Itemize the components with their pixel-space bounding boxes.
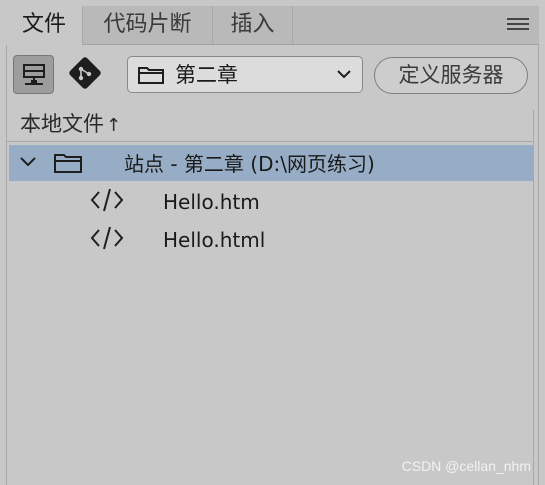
define-server-button[interactable]: 定义服务器 <box>374 57 528 94</box>
watermark: CSDN @cellan_nhm <box>401 458 531 474</box>
vertical-scrollbar-track[interactable] <box>533 110 534 485</box>
code-file-icon <box>90 188 124 212</box>
site-root-label: 站点 - 第二章 (D:\网页练习) <box>124 152 375 176</box>
site-folder-icon <box>54 154 82 173</box>
tab-snippets[interactable]: 代码片断 <box>83 6 213 44</box>
sort-arrow-icon: ↑ <box>106 115 122 136</box>
local-files-header[interactable]: 本地文件 ↑ <box>20 110 121 140</box>
local-files-label: 本地文件 <box>20 112 104 136</box>
git-icon <box>69 57 101 89</box>
tab-files[interactable]: 文件 <box>6 6 83 45</box>
site-select[interactable]: 第二章 <box>127 56 363 93</box>
git-button[interactable] <box>66 57 104 93</box>
connect-server-button[interactable] <box>13 55 54 94</box>
panel-tab-bar: 文件 代码片断 插入 <box>6 6 539 45</box>
file-item-label[interactable]: Hello.html <box>163 227 265 253</box>
site-select-value: 第二章 <box>175 63 238 87</box>
expand-chevron-icon[interactable] <box>19 155 37 169</box>
server-connect-icon <box>23 64 45 85</box>
folder-icon <box>138 67 164 84</box>
file-item-label[interactable]: Hello.htm <box>163 189 260 215</box>
panel-menu-icon[interactable] <box>507 18 529 32</box>
tab-insert[interactable]: 插入 <box>213 6 293 44</box>
code-file-icon <box>90 226 124 250</box>
chevron-down-icon <box>337 70 351 79</box>
header-divider <box>6 141 533 142</box>
